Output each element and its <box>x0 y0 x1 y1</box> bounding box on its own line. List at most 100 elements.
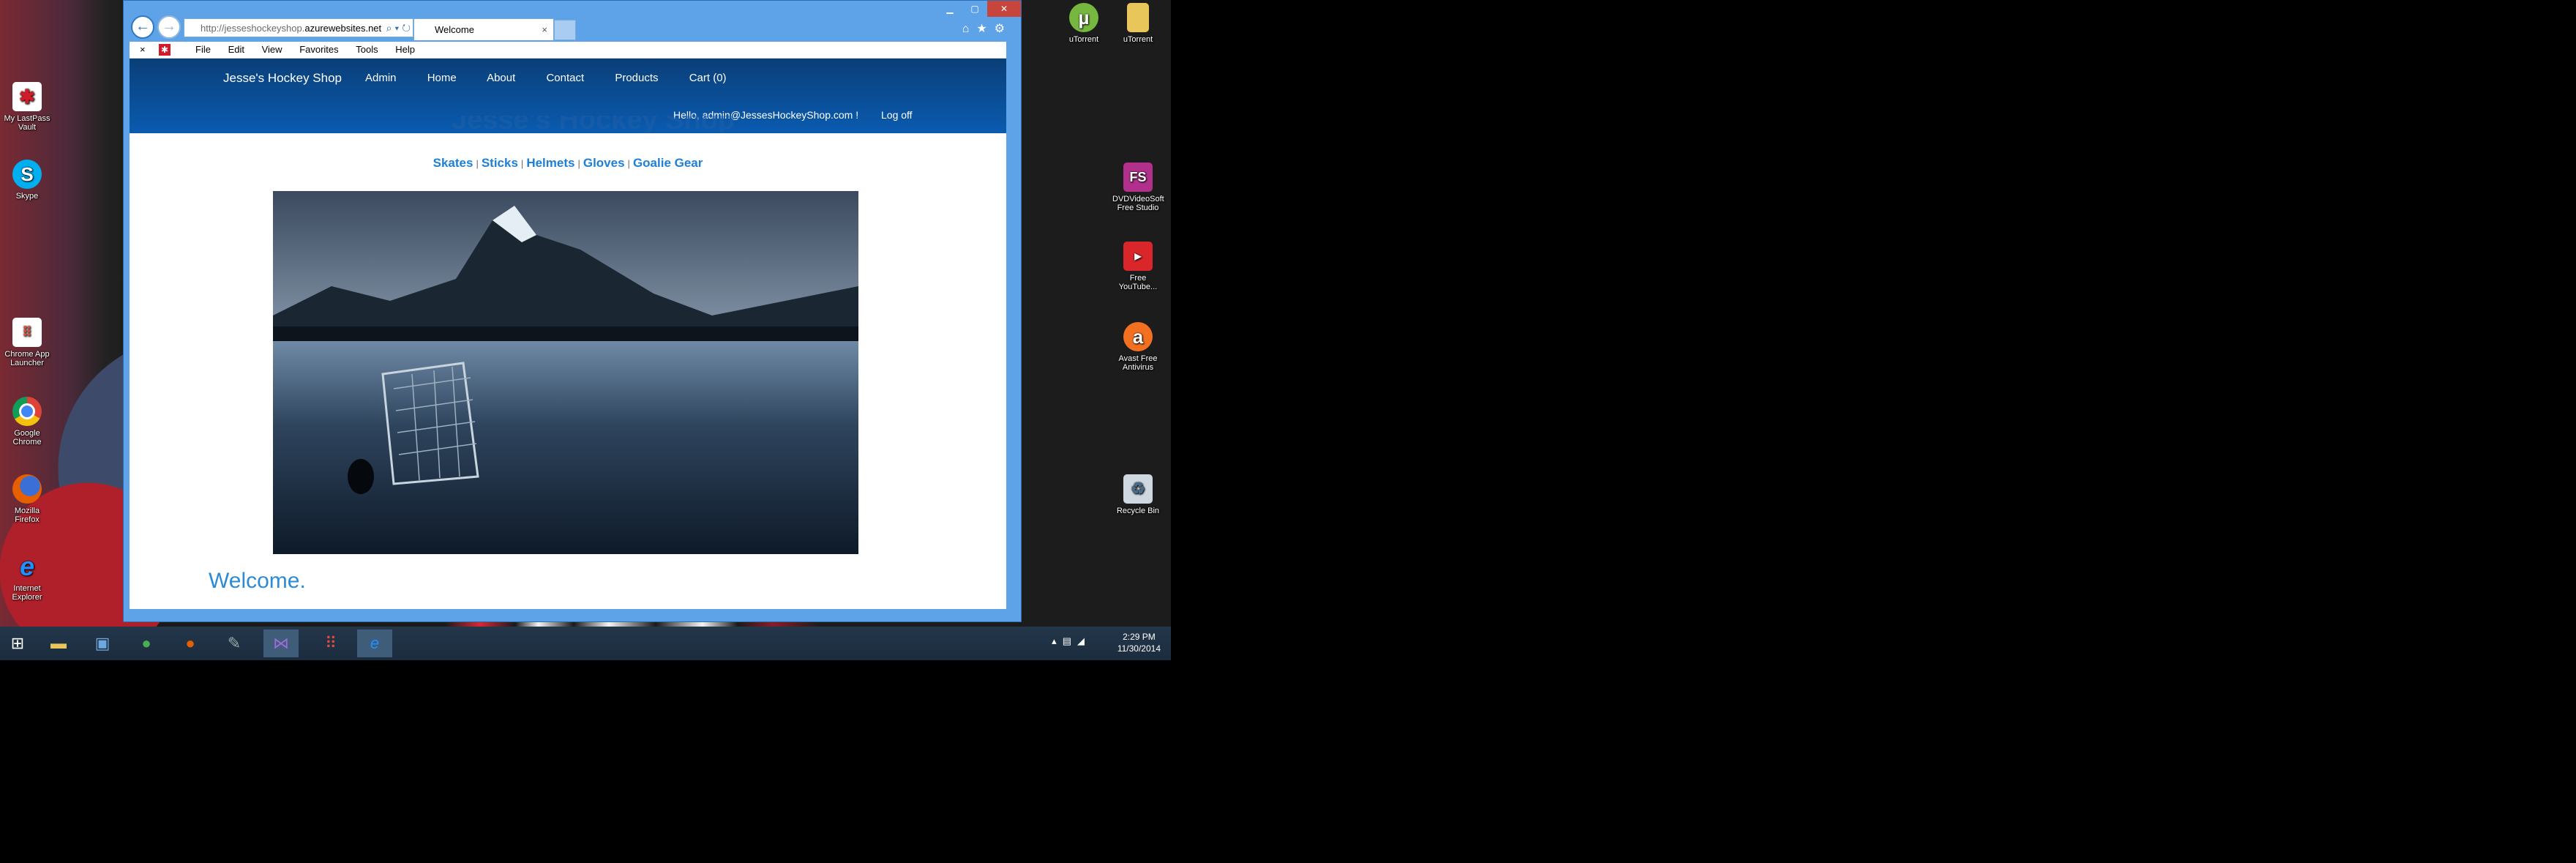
dropdown-icon[interactable]: ▾ <box>394 22 399 34</box>
folder-icon <box>1127 3 1149 32</box>
nav-contact[interactable]: Contact <box>546 72 584 84</box>
desktop-icon-skype[interactable]: S Skype <box>1 160 53 201</box>
desktop-icon-label: uTorrent <box>1123 35 1153 44</box>
site-header: Jesse's Hockey Shop Admin Home About Con… <box>130 59 1006 133</box>
desktop-icon-utorrent-folder[interactable]: uTorrent <box>1112 3 1164 44</box>
volume-icon[interactable]: ◢ <box>1077 635 1090 646</box>
ie-icon: e <box>19 551 35 581</box>
browser-window: ← → http://jesseshockeyshop.azurewebsite… <box>123 0 1022 622</box>
avast-icon: a <box>1123 322 1153 351</box>
lastpass-icon: ✱ <box>12 82 42 111</box>
desktop-icon-chrome[interactable]: Google Chrome <box>1 397 53 447</box>
refresh-icon[interactable]: ↻ <box>402 22 411 34</box>
menu-help[interactable]: Help <box>395 42 415 58</box>
utorrent-icon: µ <box>1069 3 1098 32</box>
app-launcher-icon: ⠿ <box>12 318 42 347</box>
address-prefix: http://jesseshockeyshop. <box>201 23 305 34</box>
clock-date: 11/30/2014 <box>1117 643 1161 654</box>
forward-arrow-icon: → <box>162 18 176 34</box>
desktop-icon-recycle-bin[interactable]: ♻ Recycle Bin <box>1112 474 1164 515</box>
taskbar-chrome[interactable]: ● <box>129 629 164 657</box>
nav-admin[interactable]: Admin <box>365 72 397 84</box>
web-page: Jesse's Hockey Shop Admin Home About Con… <box>130 59 1006 609</box>
category-sticks[interactable]: Sticks <box>482 156 518 170</box>
settings-gear-icon[interactable]: ⚙ <box>995 23 1012 35</box>
minimize-button[interactable]: ▁ <box>937 1 962 17</box>
separator: | <box>577 158 580 169</box>
close-window-button[interactable]: ✕ <box>987 1 1021 17</box>
category-gloves[interactable]: Gloves <box>583 156 625 170</box>
menu-view[interactable]: View <box>262 42 282 58</box>
desktop-icon-firefox[interactable]: Mozilla Firefox <box>1 474 53 524</box>
desktop-icon-lastpass[interactable]: ✱ My LastPass Vault <box>1 82 53 132</box>
tab-title: Welcome <box>435 24 474 35</box>
desktop-icon-label: Internet Explorer <box>12 584 42 602</box>
system-tray: ▴▤◢ <box>1052 635 1090 647</box>
close-toolbar-icon[interactable]: × <box>140 42 146 58</box>
taskbar-app[interactable]: ▣ <box>85 629 120 657</box>
taskbar-paint[interactable]: ✎ <box>217 629 252 657</box>
desktop-icon-label: Mozilla Firefox <box>14 507 40 524</box>
dvdvideosoft-icon: FS <box>1123 162 1153 192</box>
desktop-icon-label: Skype <box>15 192 39 201</box>
windows-logo-icon: ⊞ <box>10 634 25 652</box>
chrome-icon: ● <box>141 634 151 652</box>
separator: | <box>627 158 630 169</box>
app-launcher-icon: ⠿ <box>324 634 337 652</box>
maximize-button[interactable]: ▢ <box>962 1 987 17</box>
hero-image-hockey-net-on-frozen-lake <box>273 191 858 554</box>
taskbar-app-launcher[interactable]: ⠿ <box>313 629 348 657</box>
menu-tools[interactable]: Tools <box>356 42 378 58</box>
taskbar-firefox[interactable]: ● <box>173 629 208 657</box>
desktop-icon-app-launcher[interactable]: ⠿ Chrome App Launcher <box>1 318 53 367</box>
new-tab-button[interactable] <box>554 20 576 40</box>
desktop-icon-label: Recycle Bin <box>1116 507 1160 515</box>
category-goalie-gear[interactable]: Goalie Gear <box>633 156 703 170</box>
nav-about[interactable]: About <box>487 72 515 84</box>
ie-icon: e <box>370 634 380 652</box>
desktop: ✱ My LastPass Vault S Skype ⠿ Chrome App… <box>0 0 1171 660</box>
desktop-icon-youtube-converter[interactable]: ▶ Free YouTube... <box>1112 242 1164 291</box>
firefox-icon: ● <box>185 634 195 652</box>
folder-icon: ▬ <box>50 634 67 652</box>
welcome-heading: Welcome. <box>209 569 306 593</box>
back-button[interactable]: ← <box>131 15 154 39</box>
favorites-star-icon[interactable]: ★ <box>976 23 994 35</box>
search-icon[interactable]: ⌕ <box>386 22 392 34</box>
category-helmets[interactable]: Helmets <box>526 156 574 170</box>
taskbar-visual-studio[interactable]: ⋈ <box>263 629 299 657</box>
home-icon[interactable]: ⌂ <box>962 23 977 35</box>
logoff-link[interactable]: Log off <box>881 109 913 121</box>
taskbar-file-explorer[interactable]: ▬ <box>41 629 76 657</box>
tab-welcome[interactable]: Welcome × <box>413 18 554 40</box>
nav-products[interactable]: Products <box>615 72 658 84</box>
browser-toolbar-icons: ⌂★⚙ <box>962 21 1012 36</box>
firefox-icon <box>12 474 42 504</box>
category-skates[interactable]: Skates <box>433 156 473 170</box>
desktop-icon-label: Free YouTube... <box>1118 274 1158 291</box>
menu-favorites[interactable]: Favorites <box>299 42 338 58</box>
site-brand-link[interactable]: Jesse's Hockey Shop <box>223 71 342 86</box>
desktop-icon-dvdvideosoft[interactable]: FS DVDVideoSoft Free Studio <box>1112 162 1164 212</box>
separator: | <box>476 158 479 169</box>
nav-home[interactable]: Home <box>427 72 457 84</box>
start-button[interactable]: ⊞ <box>0 629 35 657</box>
desktop-icon-label: My LastPass Vault <box>4 114 50 132</box>
window-controls: ▁ ▢ ✕ <box>937 1 1021 17</box>
lastpass-toolbar-icon[interactable]: ✱ <box>159 44 171 56</box>
menu-edit[interactable]: Edit <box>228 42 244 58</box>
desktop-icon-ie[interactable]: e Internet Explorer <box>1 552 53 602</box>
address-tools: ⌕ ▾ ↻ <box>365 18 413 37</box>
menu-file[interactable]: File <box>195 42 211 58</box>
category-links: Skates | Sticks | Helmets | Gloves | Goalie Gear <box>130 156 1006 171</box>
taskbar-clock[interactable]: 2:29 PM 11/30/2014 <box>1117 631 1161 654</box>
taskbar-internet-explorer[interactable]: e <box>357 629 392 657</box>
desktop-icon-avast[interactable]: a Avast Free Antivirus <box>1112 322 1164 372</box>
network-icon[interactable]: ▤ <box>1063 635 1077 646</box>
nav-cart[interactable]: Cart (0) <box>689 72 727 84</box>
tray-overflow-icon[interactable]: ▴ <box>1052 635 1063 646</box>
forward-button[interactable]: → <box>157 15 181 39</box>
app-icon: ▣ <box>94 634 111 652</box>
tab-close-icon[interactable]: × <box>542 19 547 41</box>
desktop-icon-utorrent[interactable]: µ uTorrent <box>1058 3 1109 44</box>
